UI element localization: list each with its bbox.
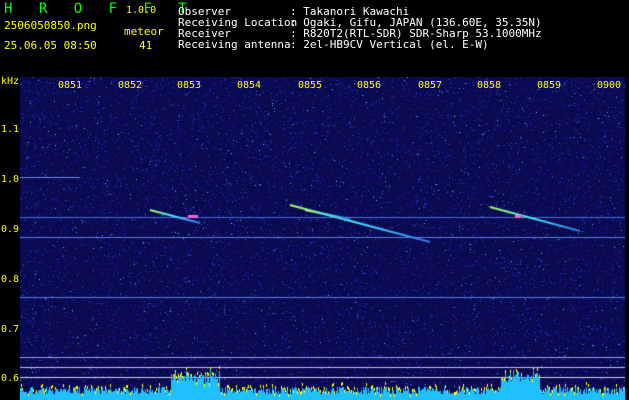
x-tick-0852: 0852	[118, 80, 143, 91]
app-version: 1.0.0	[126, 5, 157, 16]
x-tick-0855: 0855	[298, 80, 323, 91]
app-title: H R O F F T	[4, 1, 196, 17]
file-datetime: 25.06.05 08:50	[4, 39, 97, 52]
meteor-label: meteor	[124, 25, 164, 38]
x-tick-0857: 0857	[418, 80, 443, 91]
y-tick-0-6: 0.6	[1, 373, 20, 384]
axis-unit: kHz	[1, 76, 20, 87]
y-tick-0-7: 0.7	[1, 324, 20, 335]
y-tick-1-1: 1.1	[1, 124, 20, 135]
spectrogram	[20, 77, 625, 400]
x-tick-0851: 0851	[58, 80, 83, 91]
file-name: 2506050850.png	[4, 19, 97, 32]
y-tick-1-0: 1.0	[1, 174, 20, 185]
info-key-antenna: Receiving antenna	[178, 38, 291, 51]
y-tick-0-8: 0.8	[1, 274, 20, 285]
y-tick-0-9: 0.9	[1, 224, 20, 235]
x-tick-0853: 0853	[177, 80, 202, 91]
x-tick-0854: 0854	[237, 80, 262, 91]
x-tick-0900: 0900	[597, 80, 622, 91]
header-panel: H R O F F T 1.0.0 2506050850.png 25.06.0…	[0, 0, 629, 76]
meteor-count: 41	[139, 39, 153, 52]
x-tick-0859: 0859	[537, 80, 562, 91]
x-tick-0858: 0858	[477, 80, 502, 91]
info-value-antenna: : 2el-HB9CV Vertical (el. E-W)	[290, 38, 489, 51]
x-tick-0856: 0856	[357, 80, 382, 91]
